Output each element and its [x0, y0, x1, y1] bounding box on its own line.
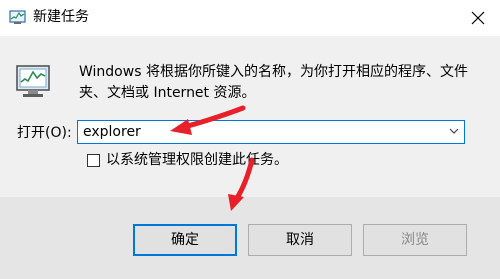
arrow-to-ok	[228, 157, 255, 211]
annotation-arrows	[170, 105, 255, 211]
arrow-to-input	[170, 105, 246, 135]
